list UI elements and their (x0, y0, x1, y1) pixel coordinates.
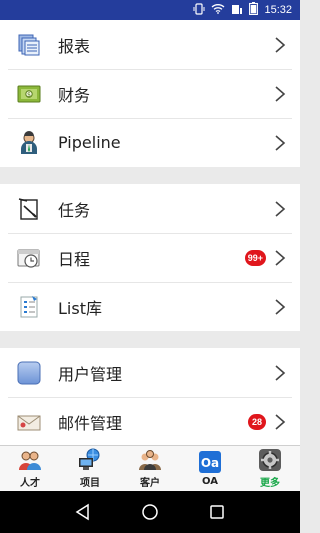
tab-label: OA (202, 476, 218, 487)
battery-icon (249, 2, 259, 18)
schedule-icon (16, 245, 42, 271)
group-divider (0, 331, 300, 348)
more-icon (258, 448, 282, 472)
menu-item-finance[interactable]: $ 财务 (0, 69, 300, 118)
menu-group-1: 报表 $ 财务 Pipeline (0, 20, 300, 167)
bottom-tab-bar: 人才 项目 客户 Oa OA 更多 (0, 445, 300, 491)
wifi-icon (211, 3, 225, 17)
oa-icon: Oa (198, 450, 222, 474)
group-divider (0, 167, 300, 184)
tab-project[interactable]: 项目 (60, 446, 120, 491)
chevron-right-icon (275, 364, 286, 381)
menu-item-label: 财务 (58, 85, 91, 105)
tab-talent[interactable]: 人才 (0, 446, 60, 491)
talent-icon (18, 448, 42, 472)
sim-icon (231, 3, 243, 18)
home-icon[interactable] (138, 500, 162, 524)
project-icon (78, 448, 102, 472)
finance-icon: $ (16, 81, 42, 107)
customer-icon (138, 448, 162, 472)
chevron-right-icon (275, 36, 286, 53)
notification-badge: 28 (248, 413, 266, 430)
tab-oa[interactable]: Oa OA (180, 446, 240, 491)
menu-item-schedule[interactable]: 日程 99+ (0, 233, 300, 282)
vibrate-icon (193, 2, 205, 18)
status-bar: 15:32 (0, 0, 300, 20)
system-nav-bar (0, 491, 300, 533)
notification-badge: 99+ (244, 249, 266, 266)
menu-item-list-library[interactable]: List库 (0, 282, 300, 331)
chevron-right-icon (275, 249, 286, 266)
status-time: 15:32 (264, 4, 292, 16)
tab-label: 人才 (20, 478, 40, 489)
chevron-right-icon (275, 413, 286, 430)
tab-label: 更多 (260, 478, 280, 489)
svg-text:$: $ (27, 91, 31, 98)
menu-item-label: 用户管理 (58, 364, 123, 384)
mail-management-icon (16, 409, 42, 435)
menu-item-report[interactable]: 报表 (0, 20, 300, 69)
svg-text:Oa: Oa (201, 456, 219, 470)
menu-item-user-management[interactable]: 用户管理 (0, 348, 300, 397)
tab-more[interactable]: 更多 (240, 446, 300, 491)
menu-item-label: List库 (58, 298, 102, 318)
tab-label: 项目 (80, 478, 100, 489)
menu-item-label: Pipeline (58, 133, 121, 152)
chevron-right-icon (275, 298, 286, 315)
menu-item-label: 任务 (58, 200, 91, 220)
menu-list: 报表 $ 财务 Pipeline 任务 日程 99+ List库 用户管理 邮件… (0, 20, 300, 445)
recents-icon[interactable] (205, 500, 229, 524)
chevron-right-icon (275, 200, 286, 217)
task-icon (16, 196, 42, 222)
menu-item-task[interactable]: 任务 (0, 184, 300, 233)
menu-item-pipeline[interactable]: Pipeline (0, 118, 300, 167)
menu-item-mail-management[interactable]: 邮件管理 28 (0, 397, 300, 445)
chevron-right-icon (275, 134, 286, 151)
tab-customer[interactable]: 客户 (120, 446, 180, 491)
report-icon (16, 32, 42, 58)
back-icon[interactable] (71, 500, 95, 524)
menu-group-2: 任务 日程 99+ List库 (0, 184, 300, 331)
chevron-right-icon (275, 85, 286, 102)
tab-label: 客户 (140, 478, 160, 489)
pipeline-icon (16, 130, 42, 156)
menu-item-label: 报表 (58, 36, 91, 56)
menu-group-3: 用户管理 邮件管理 28 (0, 348, 300, 445)
list-library-icon (16, 294, 42, 320)
menu-item-label: 日程 (58, 249, 91, 269)
menu-item-label: 邮件管理 (58, 413, 123, 433)
user-management-icon (16, 360, 42, 386)
